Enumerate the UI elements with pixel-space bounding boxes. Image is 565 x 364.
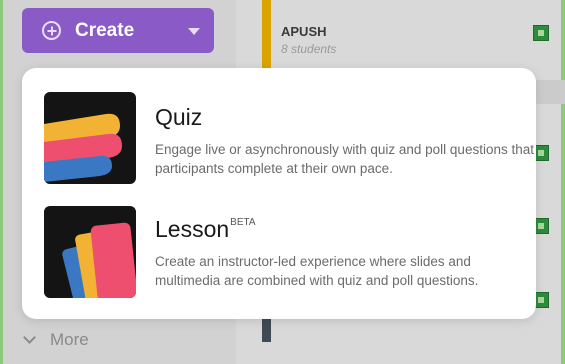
lesson-icon: [44, 206, 136, 298]
quiz-title: Quiz: [155, 104, 203, 130]
more-toggle[interactable]: More: [23, 330, 89, 350]
quiz-icon: [44, 92, 136, 184]
create-quiz-option[interactable]: Quiz Engage live or asynchronously with …: [44, 92, 534, 184]
lesson-title: LessonBETA: [155, 216, 256, 243]
create-button-label: Create: [75, 19, 135, 41]
lesson-title-text: Lesson: [155, 216, 230, 242]
caret-down-icon[interactable]: [188, 28, 200, 35]
chevron-down-icon: [23, 331, 36, 344]
create-button[interactable]: Create: [22, 8, 214, 53]
create-lesson-option[interactable]: LessonBETA Create an instructor-led expe…: [44, 206, 516, 298]
plus-circle-icon: [42, 21, 61, 40]
more-label: More: [50, 330, 89, 349]
beta-badge: BETA: [230, 217, 256, 228]
quiz-description: Engage live or asynchronously with quiz …: [155, 142, 534, 176]
create-menu-popup: Quiz Engage live or asynchronously with …: [22, 68, 536, 319]
lesson-description: Create an instructor-led experience wher…: [155, 254, 479, 288]
class-share-icon[interactable]: [533, 25, 549, 41]
